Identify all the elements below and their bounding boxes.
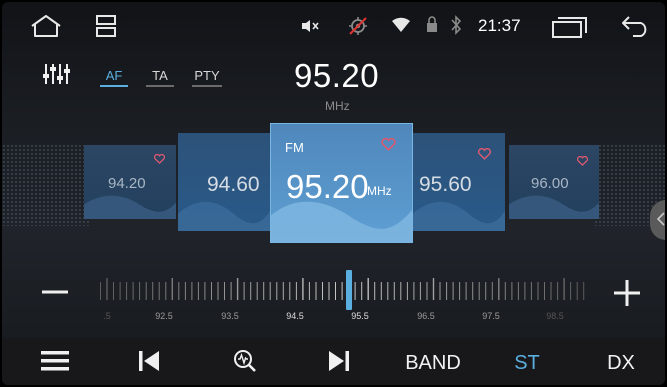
chevron-left-icon <box>656 212 665 231</box>
preset-card[interactable]: 94.60 <box>178 133 270 231</box>
radio-screen: 21:37 AF TA PTY 95.20 MHz 94.20 94.60 FM <box>0 0 667 387</box>
lock-icon <box>426 16 438 38</box>
current-station-frequency: 95.20 <box>286 168 369 205</box>
favorite-icon[interactable] <box>153 151 166 169</box>
bluetooth-icon <box>450 15 462 40</box>
wifi-icon <box>391 17 411 38</box>
stereo-label: ST <box>514 352 540 374</box>
stereo-button[interactable]: ST <box>502 338 552 385</box>
scale-tick-label: 94.5 <box>286 311 304 321</box>
tune-down-button[interactable] <box>41 278 69 311</box>
tab-ta-indicator <box>146 85 174 87</box>
gps-off-icon <box>347 15 369 42</box>
status-bar: 21:37 <box>2 2 665 50</box>
side-drawer-handle[interactable] <box>650 200 665 240</box>
clock: 21:37 <box>478 16 521 35</box>
scale-tick-label: 95.5 <box>351 311 369 321</box>
dx-button[interactable]: DX <box>596 338 646 385</box>
tab-pty[interactable]: PTY <box>192 68 222 83</box>
preset-card[interactable]: 95.60 <box>413 133 505 231</box>
menu-icon <box>41 350 69 377</box>
preset-frequency: 94.20 <box>108 175 146 192</box>
search-scan-icon <box>233 349 257 378</box>
scale-tick-label: .5 <box>103 311 111 321</box>
window-switcher-icon[interactable] <box>96 14 116 43</box>
back-icon[interactable] <box>621 15 651 42</box>
preset-frequency: 95.60 <box>419 173 472 196</box>
preset-frequency: 94.60 <box>207 173 260 196</box>
current-station-unit: MHz <box>367 184 392 198</box>
band-label: BAND <box>405 352 461 374</box>
preset-card[interactable]: 96.00 <box>509 145 599 219</box>
skip-next-icon <box>328 350 350 377</box>
scale-tick-label: 93.5 <box>221 311 239 321</box>
tab-af[interactable]: AF <box>100 68 128 83</box>
scale-tick-label: 92.5 <box>155 311 173 321</box>
bottom-navigation: BAND ST DX <box>2 338 665 385</box>
preset-card[interactable]: 94.20 <box>84 145 176 219</box>
current-frequency: 95.20 <box>294 57 380 94</box>
left-decoration-dots <box>2 144 90 226</box>
skip-previous-icon <box>138 350 160 377</box>
favorite-icon[interactable] <box>477 147 492 165</box>
tab-pty-indicator <box>192 85 222 87</box>
equalizer-icon[interactable] <box>42 62 70 91</box>
dx-label: DX <box>607 352 635 374</box>
home-icon[interactable] <box>30 14 62 43</box>
menu-button[interactable] <box>32 338 78 385</box>
tuning-needle[interactable] <box>345 270 352 310</box>
recent-apps-icon[interactable] <box>552 16 588 43</box>
scale-tick-label: 98.5 <box>546 311 564 321</box>
favorite-icon[interactable] <box>576 153 589 171</box>
previous-station-button[interactable] <box>126 338 172 385</box>
band-button[interactable]: BAND <box>396 338 470 385</box>
next-station-button[interactable] <box>316 338 362 385</box>
tune-up-button[interactable] <box>613 279 641 312</box>
volume-mute-icon <box>301 19 319 38</box>
tab-ta[interactable]: TA <box>146 68 174 83</box>
band-label: FM <box>285 140 304 155</box>
tab-af-indicator <box>100 85 128 87</box>
scan-button[interactable] <box>222 338 268 385</box>
tuning-scale[interactable]: .5 92.5 93.5 94.5 95.5 96.5 97.5 98.5 <box>97 264 589 326</box>
scale-tick-label: 97.5 <box>482 311 500 321</box>
preset-frequency: 96.00 <box>531 175 569 192</box>
current-station-card[interactable]: FM 95.20 MHz <box>270 123 413 243</box>
frequency-unit: MHz <box>325 99 350 113</box>
scale-tick-label: 96.5 <box>417 311 435 321</box>
favorite-icon[interactable] <box>381 137 396 156</box>
